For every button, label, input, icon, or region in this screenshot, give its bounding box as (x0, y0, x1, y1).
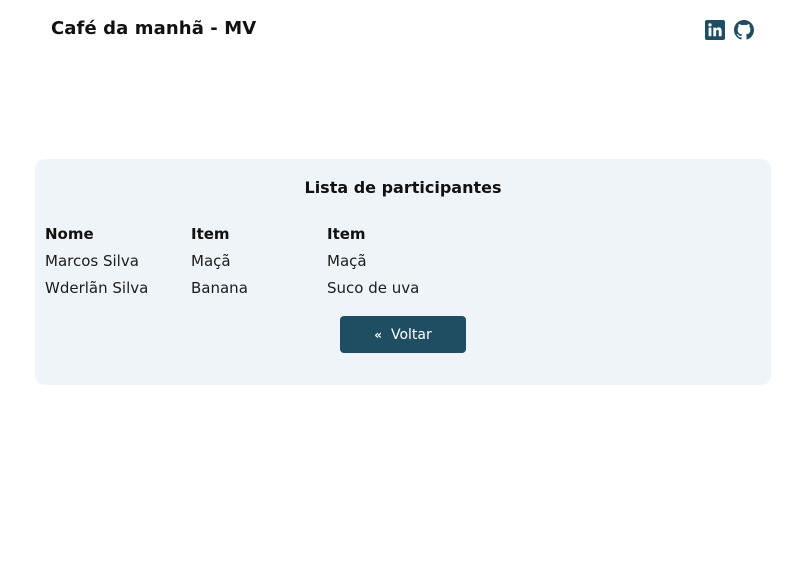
linkedin-icon (705, 20, 725, 40)
participant-name: Marcos Silva (45, 251, 139, 270)
brand-title[interactable]: Café da manhã - MV (51, 18, 256, 39)
github-link[interactable] (734, 20, 754, 40)
participants-table: Nome Item Item Marcos Silva Maçã Maçã Wd… (45, 220, 467, 301)
table-row: Wderlãn Silva Banana Suco de uva (45, 274, 467, 301)
participant-item: Maçã (327, 251, 367, 270)
back-button[interactable]: « Voltar (340, 316, 466, 353)
participant-item: Suco de uva (327, 278, 420, 297)
participant-item: Banana (191, 278, 248, 297)
back-button-label: Voltar (390, 326, 432, 343)
participants-card: Lista de participantes Nome Item Item Ma… (35, 159, 771, 385)
github-icon (734, 20, 754, 40)
column-header-item: Item (327, 224, 366, 243)
participant-item: Maçã (191, 251, 231, 270)
header: Café da manhã - MV (0, 0, 797, 60)
linkedin-link[interactable] (705, 20, 725, 40)
column-header-name: Nome (45, 224, 94, 243)
table-row: Marcos Silva Maçã Maçã (45, 247, 467, 274)
table-header-row: Nome Item Item (45, 220, 467, 247)
double-chevron-left-icon: « (374, 327, 382, 342)
social-links (705, 20, 754, 40)
participant-name: Wderlãn Silva (45, 278, 149, 297)
column-header-item: Item (191, 224, 230, 243)
card-title: Lista de participantes (304, 178, 502, 197)
